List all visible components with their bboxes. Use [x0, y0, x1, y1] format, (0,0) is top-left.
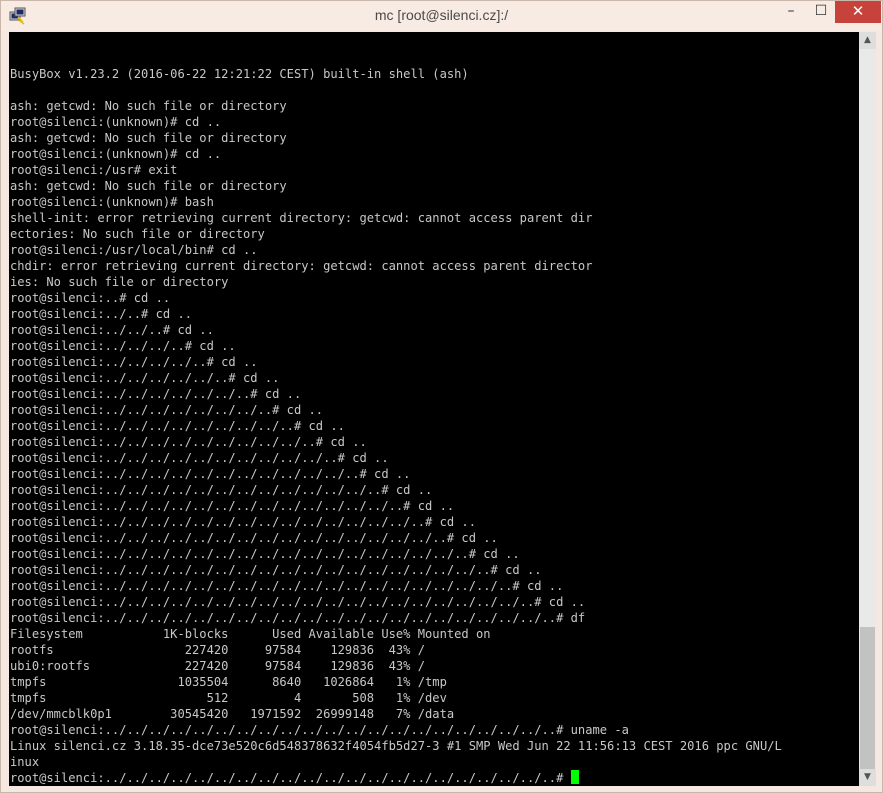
terminal-line: tmpfs 1035504 8640 1026864 1% /tmp [10, 675, 447, 689]
terminal-line: root@silenci:../../../../../../../../../… [10, 435, 367, 449]
terminal-line: root@silenci:../../../../../../../../../… [10, 531, 498, 545]
vertical-scrollbar[interactable]: ▲ ▼ [859, 32, 876, 786]
terminal-line: root@silenci:..# cd .. [10, 291, 171, 305]
scroll-down-icon[interactable]: ▼ [859, 769, 876, 786]
terminal-line: root@silenci:(unknown)# cd .. [10, 115, 222, 129]
terminal-line: chdir: error retrieving current director… [10, 259, 593, 273]
terminal-line: ash: getcwd: No such file or directory [10, 131, 287, 145]
terminal-line: root@silenci:../../../../..# cd .. [10, 355, 258, 369]
terminal-line: Filesystem 1K-blocks Used Available Use%… [10, 627, 491, 641]
terminal-line: root@silenci:../../../../../../../../..#… [10, 419, 345, 433]
terminal-screen[interactable]: BusyBox v1.23.2 (2016-06-22 12:21:22 CES… [9, 32, 859, 786]
terminal-line: ectories: No such file or directory [10, 227, 265, 241]
text-cursor [570, 770, 579, 784]
title-bar[interactable]: mc [root@silenci.cz]:/ – ☐ ✕ [1, 1, 882, 31]
terminal-line: ies: No such file or directory [10, 275, 229, 289]
terminal-prompt-line: root@silenci:../../../../../../../../../… [10, 770, 782, 786]
terminal-line: root@silenci:/usr/local/bin# cd .. [10, 243, 258, 257]
scroll-up-icon[interactable]: ▲ [859, 32, 876, 49]
close-button[interactable]: ✕ [835, 1, 881, 23]
window-title: mc [root@silenci.cz]:/ [374, 7, 509, 23]
terminal-line: Linux silenci.cz 3.18.35-dce73e520c6d548… [10, 739, 782, 753]
terminal-line: root@silenci:../../../../../../../../../… [10, 451, 389, 465]
terminal-line: root@silenci:../../../../../../../../../… [10, 595, 586, 609]
minimize-button[interactable]: – [776, 1, 806, 23]
terminal-line: root@silenci:../../../../../../../../../… [10, 483, 433, 497]
terminal-line: root@silenci:../../../../../../../../../… [10, 723, 629, 737]
terminal-line: root@silenci:../../../../../..# cd .. [10, 371, 280, 385]
terminal-line: root@silenci:../../../../../../../..# cd… [10, 403, 324, 417]
terminal-line: root@silenci:../../../../../../../../../… [10, 579, 564, 593]
terminal-line: rootfs 227420 97584 129836 43% / [10, 643, 426, 657]
terminal-line: root@silenci:(unknown)# cd .. [10, 147, 222, 161]
maximize-button[interactable]: ☐ [806, 1, 836, 23]
terminal-line: root@silenci:../../../../../../../../../… [10, 611, 586, 625]
terminal-line: root@silenci:../../../../../../../../../… [10, 499, 455, 513]
terminal-line: root@silenci:../../../../../../../../../… [10, 563, 542, 577]
terminal-line: root@silenci:/usr# exit [10, 163, 178, 177]
terminal-output: BusyBox v1.23.2 (2016-06-22 12:21:22 CES… [10, 66, 782, 786]
terminal-line: root@silenci:../../../../../../../../../… [10, 515, 476, 529]
scroll-thumb[interactable] [860, 627, 875, 769]
terminal-line: ash: getcwd: No such file or directory [10, 179, 287, 193]
terminal-window: mc [root@silenci.cz]:/ – ☐ ✕ BusyBox v1.… [0, 0, 883, 793]
terminal-line: root@silenci:../../../../../../../../../… [10, 467, 411, 481]
terminal-line: ubi0:rootfs 227420 97584 129836 43% / [10, 659, 426, 673]
terminal-line: root@silenci:../..# cd .. [10, 307, 193, 321]
terminal-line: ash: getcwd: No such file or directory [10, 99, 287, 113]
terminal-line: tmpfs 512 4 508 1% /dev [10, 691, 447, 705]
terminal-prompt: root@silenci:../../../../../../../../../… [10, 771, 571, 785]
terminal-line: root@silenci:../../../..# cd .. [10, 339, 236, 353]
terminal-line: root@silenci:../../../../../../..# cd .. [10, 387, 302, 401]
terminal-line: root@silenci:../../../../../../../../../… [10, 547, 520, 561]
terminal-line: root@silenci:../../..# cd .. [10, 323, 214, 337]
terminal-line: inux [10, 755, 40, 769]
terminal-line: root@silenci:(unknown)# bash [10, 195, 214, 209]
terminal-line: shell-init: error retrieving current dir… [10, 211, 593, 225]
terminal-line: BusyBox v1.23.2 (2016-06-22 12:21:22 CES… [10, 67, 469, 81]
terminal-line: /dev/mmcblk0p1 30545420 1971592 26999148… [10, 707, 455, 721]
